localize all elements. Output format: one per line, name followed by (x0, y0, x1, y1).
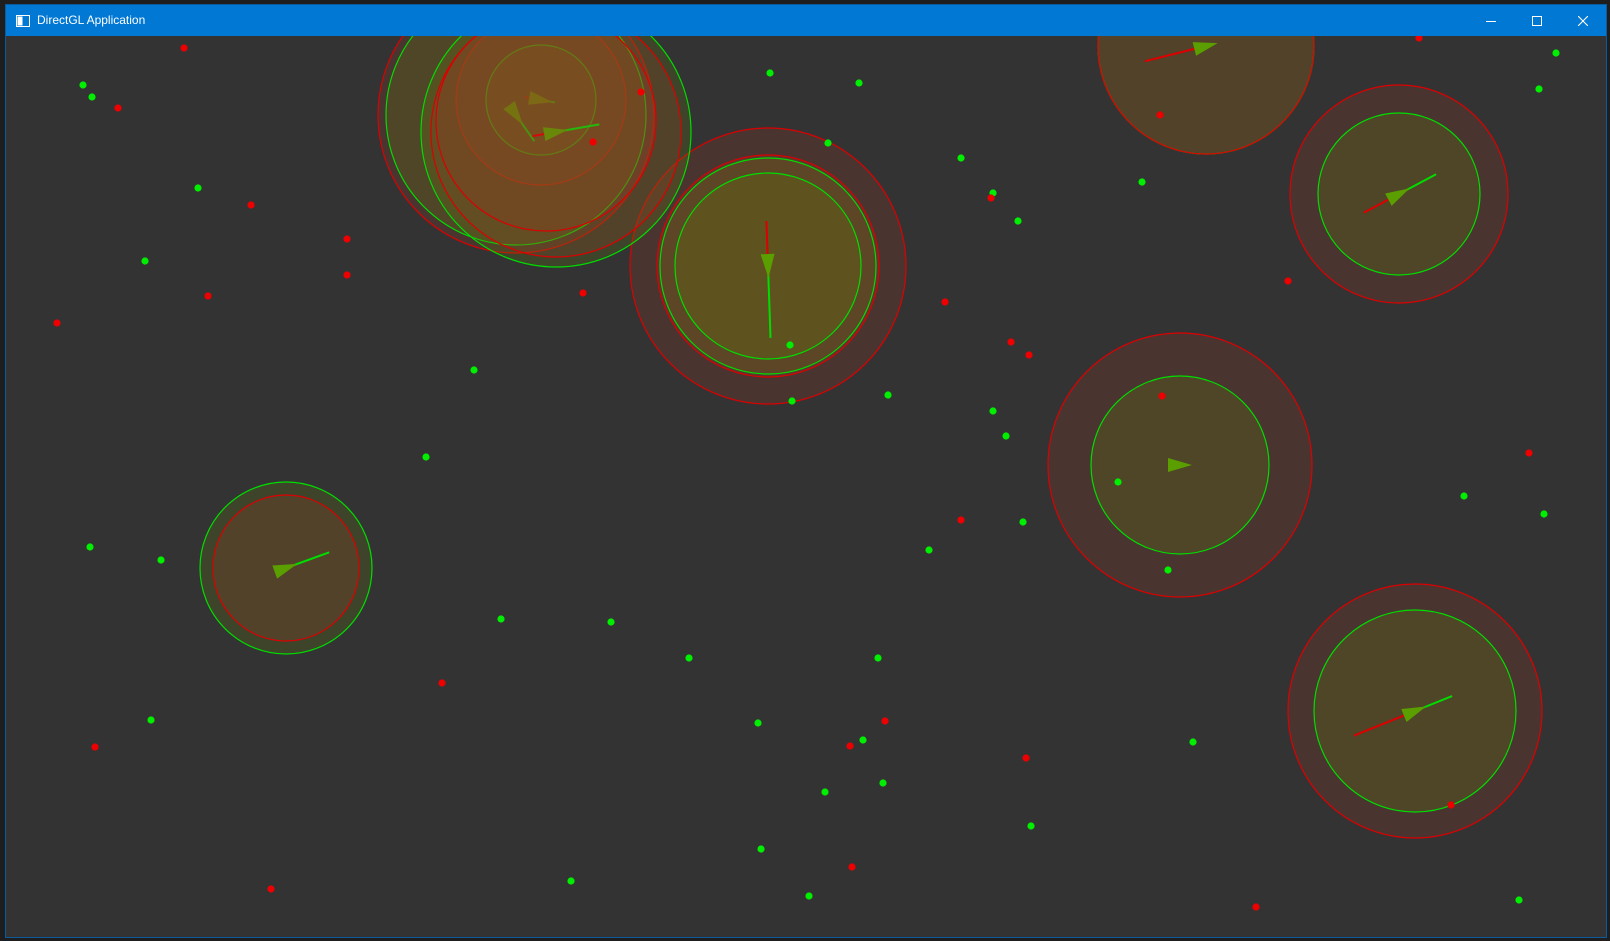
food-particle (874, 654, 882, 662)
food-particle (1535, 85, 1543, 93)
food-particle (1189, 738, 1197, 746)
food-particle (422, 453, 430, 461)
app-window: DirectGL Application (5, 4, 1607, 938)
close-icon (1578, 15, 1588, 26)
poison-particle (941, 298, 949, 306)
title-bar[interactable]: DirectGL Application (6, 5, 1606, 36)
poison-particle (247, 201, 255, 209)
agent (1287, 583, 1543, 839)
food-particle (1114, 478, 1122, 486)
poison-particle (1415, 36, 1423, 42)
food-particle (1014, 217, 1022, 225)
food-particle (685, 654, 693, 662)
food-particle (1002, 432, 1010, 440)
food-particle (470, 366, 478, 374)
food-particle (1138, 178, 1146, 186)
poison-particle (1022, 754, 1030, 762)
food-particle (141, 257, 149, 265)
food-particle (1164, 566, 1172, 574)
food-particle (157, 556, 165, 564)
poison-particle (438, 679, 446, 687)
food-particle (925, 546, 933, 554)
food-particle (879, 779, 887, 787)
food-particle (1552, 49, 1560, 57)
food-particle (88, 93, 96, 101)
food-particle (805, 892, 813, 900)
poison-particle (204, 292, 212, 300)
poison-particle (1007, 338, 1015, 346)
poison-particle (881, 717, 889, 725)
minimize-button[interactable] (1468, 5, 1514, 36)
food-particle (859, 736, 867, 744)
poison-perception-ring (1097, 36, 1315, 155)
agent (1097, 36, 1315, 155)
food-particle (824, 139, 832, 147)
food-particle (147, 716, 155, 724)
window-title: DirectGL Application (37, 13, 146, 27)
food-particle (1027, 822, 1035, 830)
agent (1047, 332, 1313, 598)
food-particle (757, 845, 765, 853)
food-particle (754, 719, 762, 727)
poison-particle (987, 194, 995, 202)
poison-particle (579, 289, 587, 297)
poison-particle (180, 44, 188, 52)
poison-particle (114, 104, 122, 112)
poison-particle (1252, 903, 1260, 911)
poison-particle (1284, 277, 1292, 285)
poison-particle (957, 516, 965, 524)
poison-particle (848, 863, 856, 871)
food-particle (1460, 492, 1468, 500)
poison-particle (1525, 449, 1533, 457)
poison-particle (1156, 111, 1164, 119)
agent (199, 481, 373, 655)
food-particle (766, 69, 774, 77)
food-particle (567, 877, 575, 885)
poison-particle (846, 742, 854, 750)
food-particle (1540, 510, 1548, 518)
simulation-scene (53, 36, 1560, 911)
maximize-button[interactable] (1514, 5, 1560, 36)
maximize-icon (1532, 15, 1542, 26)
app-window-icon (16, 14, 30, 27)
food-particle (497, 615, 505, 623)
food-particle (86, 543, 94, 551)
food-particle (884, 391, 892, 399)
poison-particle (1025, 351, 1033, 359)
food-particle (786, 341, 794, 349)
poison-particle (589, 138, 597, 146)
food-particle (607, 618, 615, 626)
poison-particle (637, 88, 645, 96)
poison-particle (343, 271, 351, 279)
poison-particle (343, 235, 351, 243)
agent (1289, 84, 1509, 304)
food-particle (79, 81, 87, 89)
poison-particle (91, 743, 99, 751)
render-canvas[interactable] (6, 36, 1606, 937)
poison-particle (1447, 801, 1455, 809)
food-particle (788, 397, 796, 405)
close-button[interactable] (1560, 5, 1606, 36)
food-particle (1515, 896, 1523, 904)
food-particle (1019, 518, 1027, 526)
food-particle (957, 154, 965, 162)
food-particle (194, 184, 202, 192)
poison-particle (267, 885, 275, 893)
poison-particle (53, 319, 61, 327)
food-particle (989, 407, 997, 415)
food-particle (855, 79, 863, 87)
minimize-icon (1486, 16, 1496, 26)
food-particle (821, 788, 829, 796)
poison-particle (1158, 392, 1166, 400)
